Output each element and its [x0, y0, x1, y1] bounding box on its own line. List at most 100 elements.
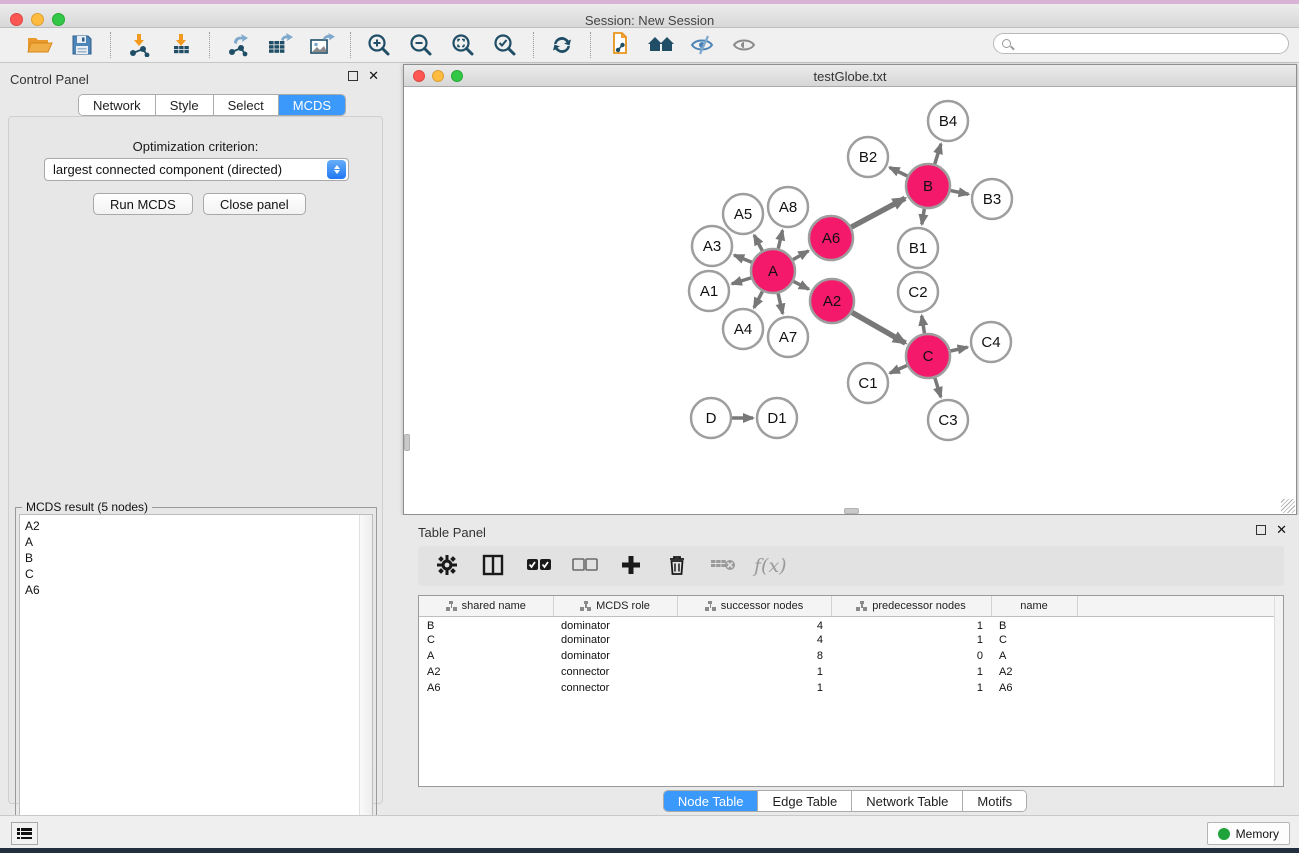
node-A7[interactable]: A7	[768, 317, 808, 357]
tab-mcds[interactable]: MCDS	[279, 95, 345, 115]
node-A1[interactable]: A1	[689, 271, 729, 311]
node-table[interactable]: shared nameMCDS rolesuccessor nodesprede…	[418, 595, 1284, 787]
mcds-result-item[interactable]: B	[25, 550, 372, 566]
table-settings-button[interactable]	[432, 551, 462, 581]
node-A6[interactable]: A6	[809, 216, 853, 260]
function-builder-button[interactable]: f(x)	[754, 551, 787, 581]
table-row-A6[interactable]: A6connector11A6	[419, 680, 1275, 696]
mcds-result-item[interactable]: A	[25, 534, 372, 550]
edge-C-C4[interactable]	[950, 347, 967, 351]
edge-A-A2[interactable]	[794, 281, 809, 289]
task-history-button[interactable]	[11, 822, 38, 845]
edge-B-B4[interactable]	[935, 144, 941, 164]
memory-button[interactable]: Memory	[1207, 822, 1290, 845]
node-B4[interactable]: B4	[928, 101, 968, 141]
table-row-B[interactable]: Bdominator41B	[419, 616, 1275, 632]
import-network-button[interactable]	[123, 31, 155, 59]
node-B1[interactable]: B1	[898, 228, 938, 268]
run-mcds-button[interactable]: Run MCDS	[93, 193, 193, 215]
node-B3[interactable]: B3	[972, 179, 1012, 219]
edge-A-A7[interactable]	[778, 293, 783, 313]
column-header-predecessor-nodes[interactable]: predecessor nodes	[831, 596, 991, 616]
node-B[interactable]: B	[906, 164, 950, 208]
export-network-button[interactable]	[222, 31, 254, 59]
delete-column-button[interactable]	[662, 551, 692, 581]
float-panel-icon[interactable]	[1256, 525, 1266, 535]
edge-A6-B[interactable]	[851, 198, 905, 227]
table-scrollbar[interactable]	[1274, 596, 1283, 786]
mcds-result-item[interactable]: C	[25, 566, 372, 582]
tab-style[interactable]: Style	[156, 95, 214, 115]
export-image-button[interactable]	[306, 31, 338, 59]
hide-selected-button[interactable]	[687, 31, 719, 59]
node-D1[interactable]: D1	[757, 398, 797, 438]
close-panel-icon[interactable]: ✕	[368, 71, 379, 81]
table-row-A[interactable]: Adominator80A	[419, 648, 1275, 664]
edge-C-C1[interactable]	[890, 365, 907, 373]
zoom-in-button[interactable]	[363, 31, 395, 59]
column-header-successor-nodes[interactable]: successor nodes	[677, 596, 831, 616]
edge-A-A1[interactable]	[732, 278, 751, 284]
home-networks-button[interactable]	[645, 31, 677, 59]
node-C2[interactable]: C2	[898, 272, 938, 312]
horizontal-scrollbar-thumb[interactable]	[844, 508, 859, 514]
add-column-button[interactable]	[616, 551, 646, 581]
edge-C-C2[interactable]	[922, 316, 925, 334]
network-window-titlebar[interactable]: testGlobe.txt	[404, 65, 1296, 87]
tab-edge-table[interactable]: Edge Table	[758, 791, 852, 811]
tab-node-table[interactable]: Node Table	[664, 791, 759, 811]
node-D[interactable]: D	[691, 398, 731, 438]
node-B2[interactable]: B2	[848, 137, 888, 177]
node-C4[interactable]: C4	[971, 322, 1011, 362]
export-table-button[interactable]	[264, 31, 296, 59]
table-row-C[interactable]: Cdominator41C	[419, 632, 1275, 648]
edge-A2-C[interactable]	[852, 312, 905, 343]
node-A2[interactable]: A2	[810, 279, 854, 323]
zoom-selected-button[interactable]	[489, 31, 521, 59]
refresh-button[interactable]	[546, 31, 578, 59]
search-input[interactable]	[1011, 37, 1288, 51]
mcds-result-item[interactable]: A6	[25, 582, 372, 598]
edge-B-B2[interactable]	[890, 167, 908, 176]
delete-table-button[interactable]	[708, 551, 738, 581]
node-C[interactable]: C	[906, 334, 950, 378]
mcds-result-item[interactable]: A2	[25, 518, 372, 534]
tab-network[interactable]: Network	[79, 95, 156, 115]
vertical-scrollbar-thumb[interactable]	[404, 434, 410, 451]
node-A8[interactable]: A8	[768, 187, 808, 227]
float-panel-icon[interactable]	[348, 71, 358, 81]
tab-network-table[interactable]: Network Table	[852, 791, 963, 811]
node-A[interactable]: A	[751, 249, 795, 293]
edge-C-C3[interactable]	[935, 378, 941, 397]
import-table-button[interactable]	[165, 31, 197, 59]
deselect-all-button[interactable]	[570, 551, 600, 581]
mcds-result-list[interactable]: A2ABCA6	[19, 514, 373, 842]
open-file-button[interactable]	[24, 31, 56, 59]
column-header-MCDS-role[interactable]: MCDS role	[553, 596, 677, 616]
list-scrollbar[interactable]	[359, 515, 372, 841]
search-field[interactable]	[993, 33, 1289, 54]
zoom-out-button[interactable]	[405, 31, 437, 59]
criterion-dropdown[interactable]: largest connected component (directed)	[44, 158, 349, 181]
edge-A-A4[interactable]	[754, 291, 762, 307]
column-header-shared-name[interactable]: shared name	[419, 596, 553, 616]
network-canvas[interactable]: A A6 A2 B C A5A8 A3 A1A4A7 B2 B4B3 B1C2 C4 C1 C3 D D1	[404, 87, 1296, 514]
tab-select[interactable]: Select	[214, 95, 279, 115]
close-panel-button[interactable]: Close panel	[203, 193, 306, 215]
node-A5[interactable]: A5	[723, 194, 763, 234]
window-resize-grip[interactable]	[1281, 499, 1295, 513]
show-hidden-button[interactable]	[729, 31, 761, 59]
node-A3[interactable]: A3	[692, 226, 732, 266]
edge-A-A5[interactable]	[754, 235, 762, 250]
edge-A-A8[interactable]	[778, 230, 782, 248]
column-header-name[interactable]: name	[991, 596, 1077, 616]
column-view-button[interactable]	[478, 551, 508, 581]
node-A4[interactable]: A4	[723, 309, 763, 349]
edge-B-B3[interactable]	[951, 191, 969, 195]
edge-A-A3[interactable]	[734, 255, 752, 262]
node-C1[interactable]: C1	[848, 363, 888, 403]
clone-network-button[interactable]	[603, 31, 635, 59]
table-row-A2[interactable]: A2connector11A2	[419, 664, 1275, 680]
save-session-button[interactable]	[66, 31, 98, 59]
node-C3[interactable]: C3	[928, 400, 968, 440]
